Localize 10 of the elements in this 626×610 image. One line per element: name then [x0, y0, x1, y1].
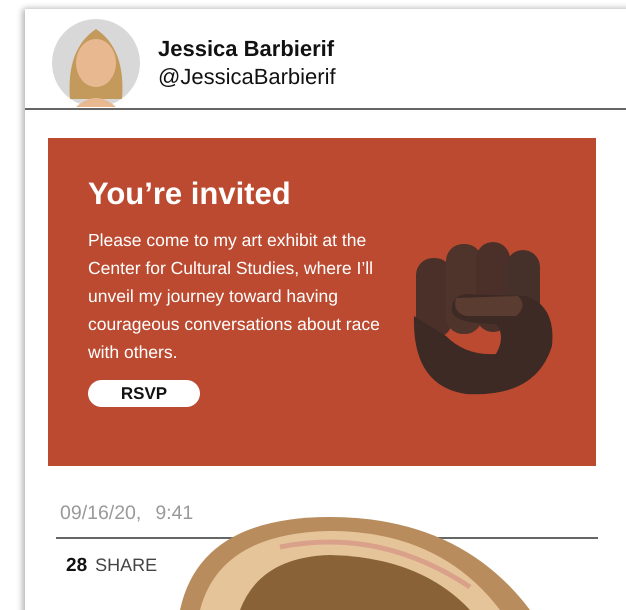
rsvp-button[interactable]: RSVP — [88, 380, 200, 407]
post-time: 9:41 — [155, 502, 194, 525]
avatar-icon — [52, 19, 140, 107]
post-date: 09/16/20, — [60, 502, 142, 525]
invite-text: Please come to my art exhibit at the Center for Cultural Studies, where I’ll unveil my journey toward having courageous conversations about race with others. — [88, 229, 381, 364]
user-name: Jessica Barbierif — [158, 36, 336, 62]
share-label: SHARE — [95, 555, 158, 576]
user-handle: @JessicaBarbierif — [158, 64, 336, 90]
invite-title: You’re invited — [88, 176, 291, 212]
share-count: 28 — [66, 555, 88, 577]
